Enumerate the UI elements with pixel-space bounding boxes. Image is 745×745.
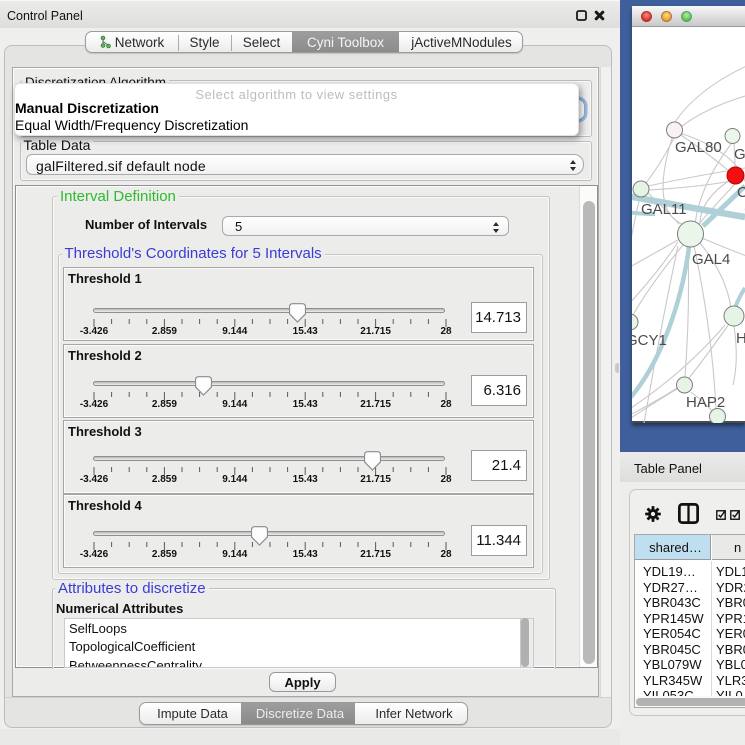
- svg-text:GAL4: GAL4: [692, 251, 730, 268]
- svg-text:C: C: [737, 184, 745, 201]
- svg-text:GAL80: GAL80: [675, 139, 722, 156]
- svg-text:GAL11: GAL11: [641, 201, 687, 218]
- svg-text:GCY1: GCY1: [632, 332, 667, 349]
- svg-text:H: H: [736, 330, 745, 347]
- svg-text:HAP2: HAP2: [686, 394, 725, 411]
- svg-text:GA: GA: [734, 146, 745, 163]
